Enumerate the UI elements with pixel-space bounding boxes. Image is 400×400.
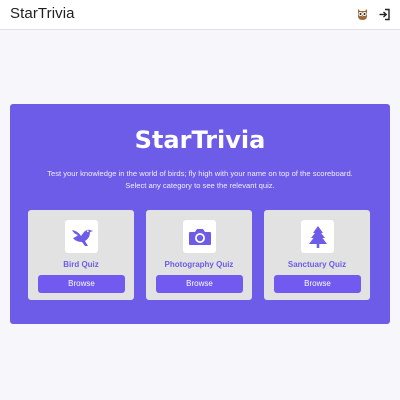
navbar-icons	[354, 6, 392, 22]
quiz-card-sanctuary: Sanctuary Quiz Browse	[264, 210, 370, 300]
bird-icon	[65, 220, 98, 253]
tree-icon	[301, 220, 334, 253]
top-navbar: StarTrivia	[0, 0, 400, 30]
hero-description: Test your knowledge in the world of bird…	[47, 169, 353, 190]
quiz-card-photography: Photography Quiz Browse	[146, 210, 252, 300]
browse-button-bird[interactable]: Browse	[38, 275, 125, 293]
browse-button-sanctuary[interactable]: Browse	[274, 275, 361, 293]
camera-icon	[183, 220, 216, 253]
sign-in-icon[interactable]	[376, 6, 392, 22]
hero-title: StarTrivia	[134, 126, 266, 154]
quiz-categories: Bird Quiz Browse Photography Quiz Browse…	[28, 210, 370, 300]
quiz-card-title: Sanctuary Quiz	[287, 260, 347, 269]
hero-banner: StarTrivia Test your knowledge in the wo…	[10, 104, 390, 324]
brand-title[interactable]: StarTrivia	[10, 5, 75, 22]
browse-button-photography[interactable]: Browse	[156, 275, 243, 293]
quiz-card-title: Bird Quiz	[63, 260, 99, 269]
owl-icon[interactable]	[354, 6, 370, 22]
quiz-card-bird: Bird Quiz Browse	[28, 210, 134, 300]
quiz-card-title: Photography Quiz	[164, 260, 234, 269]
